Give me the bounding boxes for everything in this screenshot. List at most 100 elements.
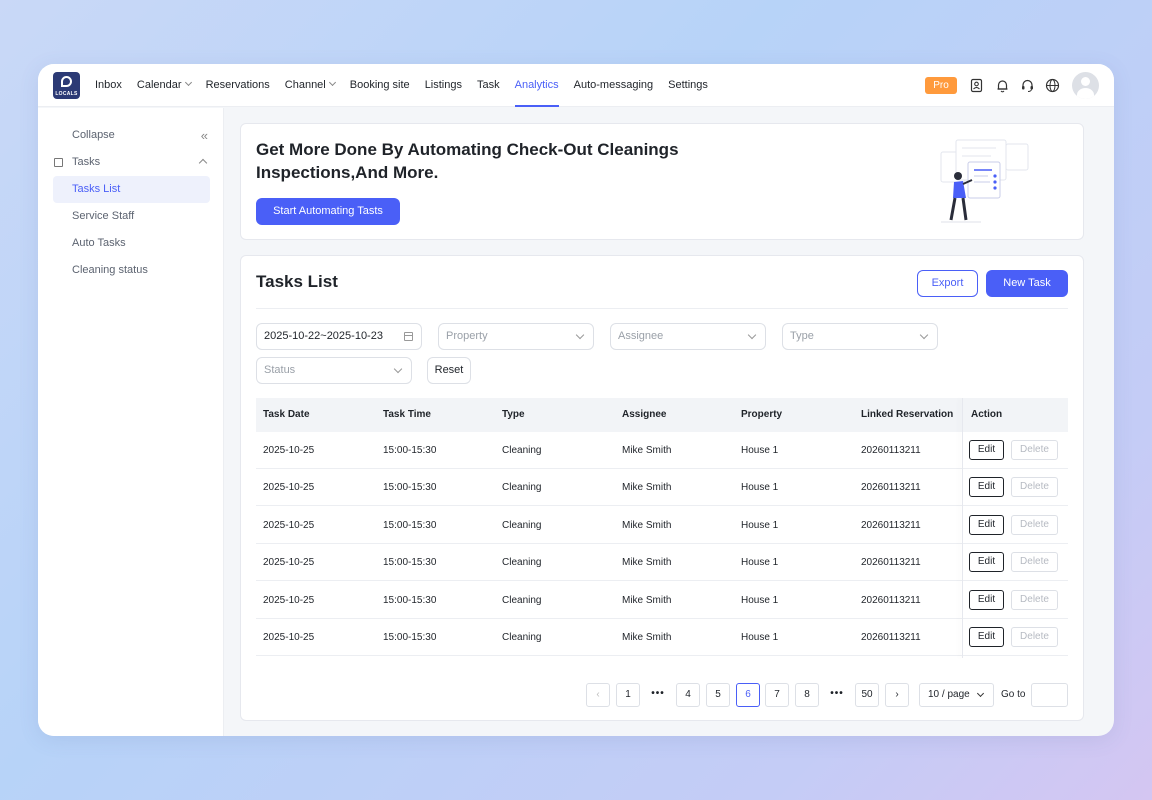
delete-button[interactable]: Delete (1011, 440, 1058, 460)
page-1[interactable]: 1 (616, 683, 640, 707)
cell-property: House 1 (741, 632, 779, 643)
status-placeholder: Status (264, 364, 296, 376)
table-row: 2025-10-25 15:00-15:30 Cleaning Mike Smith H… (256, 544, 1068, 582)
delete-button[interactable]: Delete (1011, 514, 1058, 535)
delete-button[interactable]: Delete (1011, 589, 1058, 610)
edit-button[interactable]: Edit (969, 589, 1004, 610)
cell-assignee: Mike Smith (622, 482, 672, 494)
pagination: ‹ 1 ••• 4 5 6 7 8 ••• 50 › 10 / page Go to (241, 683, 1085, 707)
page-8[interactable]: 8 (795, 683, 819, 707)
cell-property: House 1 (741, 445, 779, 456)
next-page-button[interactable]: › (885, 683, 909, 707)
nav-item-label: Task (476, 79, 500, 91)
contacts-icon[interactable] (969, 78, 984, 93)
type-select[interactable]: Type (782, 323, 938, 350)
locals-logo[interactable]: LOCALS (53, 72, 80, 99)
pro-badge[interactable]: Pro (925, 77, 957, 94)
cell-assignee: Mike Smith (622, 594, 672, 606)
column-header: Task Time (383, 409, 431, 420)
nav-item-booking-site[interactable]: Booking site (350, 64, 410, 107)
cell-reservation: 20260113211 (861, 445, 921, 456)
cell-type: Cleaning (502, 632, 542, 643)
sidebar-item-label: Service Staff (72, 210, 135, 222)
calendar-icon (404, 332, 413, 341)
chevron-down-icon (747, 330, 757, 340)
sidebar-item-tasks-list[interactable]: Tasks List (53, 176, 210, 203)
sidebar-collapse-label: Collapse (72, 129, 115, 141)
tasks-card: Tasks List Export New Task 2025-10-22~20… (240, 255, 1084, 721)
new-task-button[interactable]: New Task (986, 270, 1068, 297)
property-select[interactable]: Property (438, 323, 594, 350)
nav-item-settings[interactable]: Settings (668, 64, 708, 107)
nav-item-calendar[interactable]: Calendar (137, 64, 192, 107)
sidebar-item-label: Auto Tasks (72, 237, 126, 249)
chevron-down-icon (919, 330, 929, 340)
status-select[interactable]: Status (256, 357, 412, 384)
edit-button[interactable]: Edit (969, 477, 1004, 498)
sidebar-item-cleaning-status[interactable]: Cleaning status (53, 257, 210, 284)
edit-button[interactable]: Edit (969, 552, 1004, 573)
nav-item-task[interactable]: Task (477, 64, 500, 107)
sidebar-item-auto-tasks[interactable]: Auto Tasks (53, 230, 210, 257)
nav-item-analytics[interactable]: Analytics (514, 64, 559, 107)
page-50[interactable]: 50 (855, 683, 879, 707)
banner-title: Get More Done By Automating Check-Out Cl… (256, 138, 716, 184)
nav-item-reservations[interactable]: Reservations (206, 64, 270, 107)
table-row: 2025-10-25 15:00-15:30 Cleaning Mike Smith H… (256, 619, 1068, 656)
assignee-select[interactable]: Assignee (610, 323, 766, 350)
cell-type: Cleaning (502, 557, 542, 569)
sidebar-item-service-staff[interactable]: Service Staff (53, 203, 210, 230)
cell-assignee: Mike Smith (622, 632, 672, 643)
cell-type: Cleaning (502, 445, 542, 456)
reset-button[interactable]: Reset (427, 357, 471, 384)
prev-page-button[interactable]: ‹ (586, 683, 610, 707)
nav-item-label: Auto-messaging (573, 79, 654, 91)
nav-item-label: Analytics (514, 79, 559, 91)
delete-button[interactable]: Delete (1011, 627, 1058, 647)
column-header: Assignee (622, 409, 667, 420)
page-6[interactable]: 6 (736, 683, 760, 707)
table-header: Task Date Task Time Type Assignee Property Li… (256, 398, 1068, 432)
edit-button[interactable]: Edit (969, 440, 1004, 460)
type-placeholder: Type (790, 330, 814, 342)
page-ellipsis[interactable]: ••• (646, 683, 670, 707)
headset-icon[interactable] (1020, 78, 1035, 93)
nav-item-inbox[interactable]: Inbox (95, 64, 122, 107)
edit-button[interactable]: Edit (969, 514, 1004, 535)
sidebar-group-tasks[interactable]: Tasks (53, 149, 210, 176)
nav-item-listings[interactable]: Listings (425, 64, 462, 107)
page-size-select[interactable]: 10 / page (919, 683, 994, 707)
table-row: 2025-10-25 15:00-15:30 Cleaning Mike Smith H… (256, 469, 1068, 507)
cell-time: 15:00-15:30 (383, 594, 437, 606)
edit-button[interactable]: Edit (969, 627, 1004, 647)
page-5[interactable]: 5 (706, 683, 730, 707)
nav-item-channel[interactable]: Channel (285, 64, 336, 107)
tasks-title: Tasks List (256, 272, 338, 291)
column-header: Linked Reservation (861, 409, 954, 420)
bell-icon[interactable] (995, 78, 1010, 93)
cell-date: 2025-10-25 (263, 482, 315, 494)
cell-time: 15:00-15:30 (383, 519, 437, 531)
export-button[interactable]: Export (917, 270, 978, 297)
nav-item-auto-messaging[interactable]: Auto-messaging (574, 64, 654, 107)
cell-assignee: Mike Smith (622, 557, 672, 569)
delete-button[interactable]: Delete (1011, 477, 1058, 498)
user-avatar[interactable] (1072, 72, 1099, 99)
sidebar: Collapse « Tasks Tasks List Service Staf… (38, 108, 224, 736)
table-row: 2025-10-25 15:00-15:30 Cleaning Mike Smith H… (256, 507, 1068, 544)
cell-type: Cleaning (502, 482, 542, 494)
nav-item-label: Listings (424, 79, 462, 91)
chevron-up-icon (198, 158, 208, 168)
globe-icon[interactable] (1045, 78, 1060, 93)
goto-page-input[interactable] (1031, 683, 1068, 707)
page-4[interactable]: 4 (676, 683, 700, 707)
delete-button[interactable]: Delete (1011, 552, 1058, 573)
page-ellipsis[interactable]: ••• (825, 683, 849, 707)
date-range-picker[interactable]: 2025-10-22~2025-10-23 (256, 323, 422, 350)
cell-date: 2025-10-25 (263, 594, 315, 606)
sidebar-collapse[interactable]: Collapse « (53, 122, 210, 149)
start-automating-button[interactable]: Start Automating Tasts (256, 198, 400, 225)
page-7[interactable]: 7 (765, 683, 789, 707)
sidebar-item-label: Cleaning status (72, 264, 148, 276)
banner-title-line2: Inspections,And More. (256, 163, 439, 182)
